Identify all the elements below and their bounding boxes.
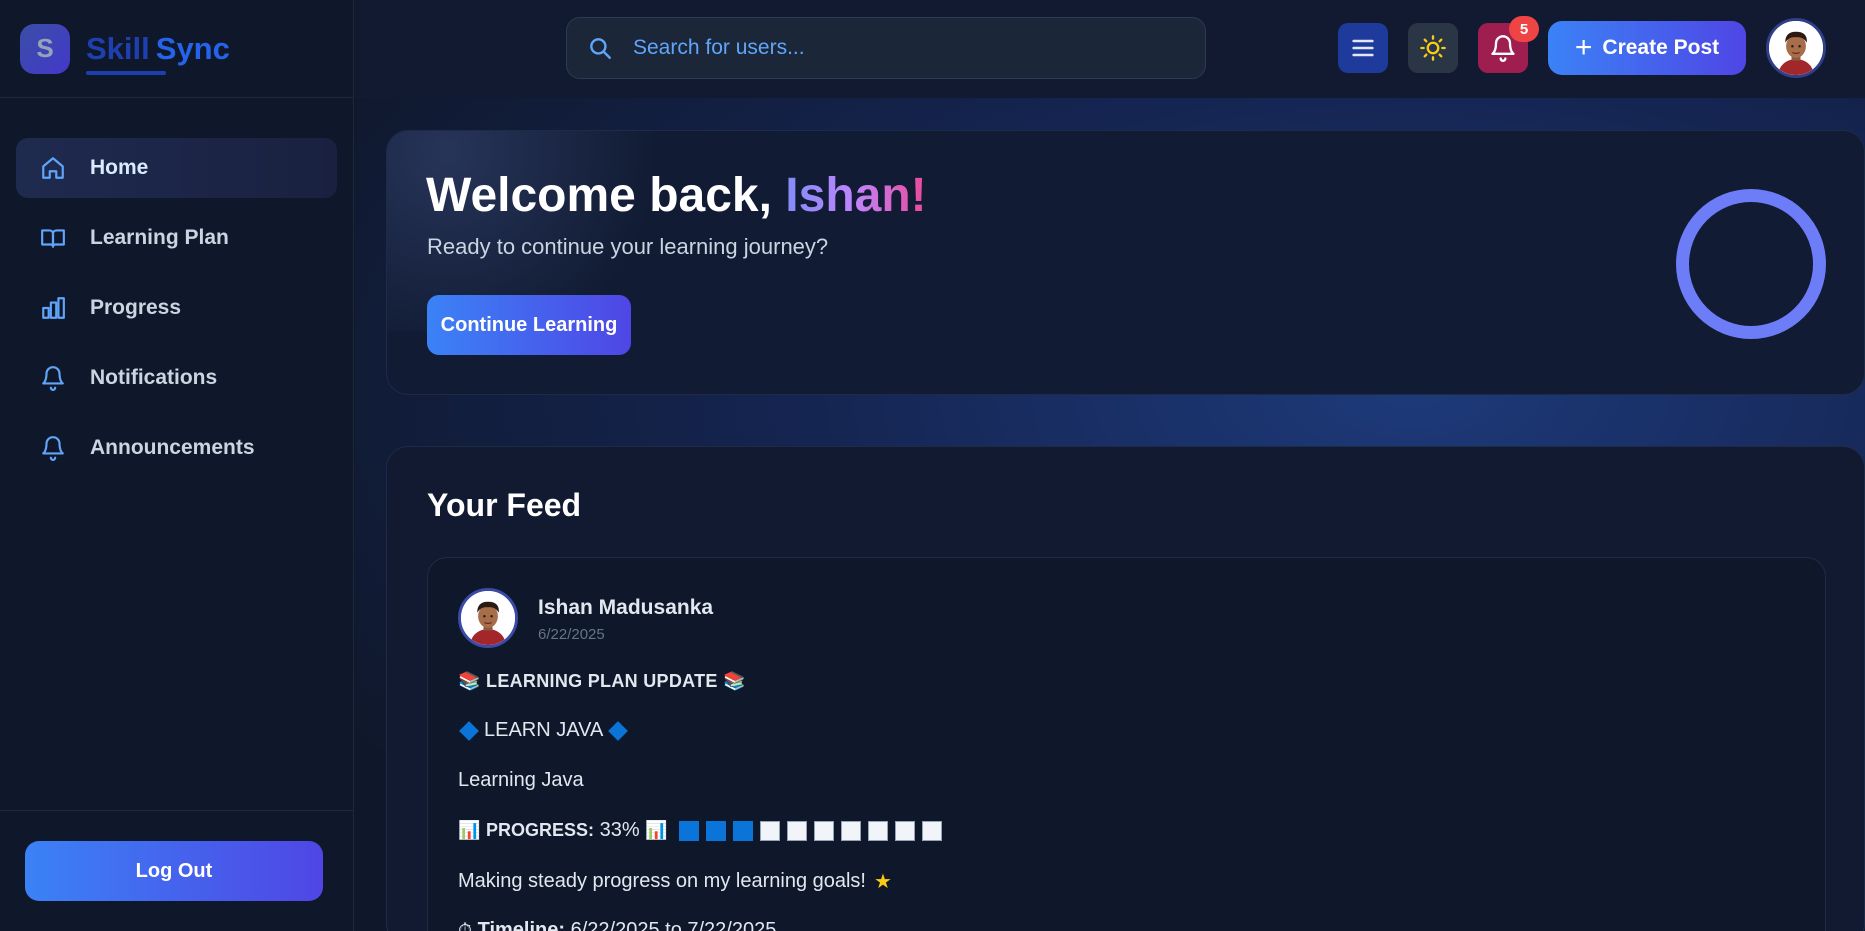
sidebar-item-learning-plan[interactable]: Learning Plan <box>16 208 337 268</box>
sidebar-footer: Log Out <box>0 810 353 931</box>
sidebar: S SkillSync Home Learning Plan Progress <box>0 0 354 931</box>
post-plan-title-line: LEARN JAVA <box>458 719 633 742</box>
post-timeline-line: ⏱ Timeline: 6/22/2025 to 7/22/2025 <box>458 919 776 931</box>
progress-block <box>895 820 916 841</box>
logout-button[interactable]: Log Out <box>25 841 323 901</box>
progress-block <box>868 820 889 841</box>
post-date: 6/22/2025 <box>538 626 605 643</box>
sidebar-item-label: Announcements <box>90 436 255 459</box>
chart-icon: 📊 <box>645 820 668 841</box>
welcome-username: Ishan! <box>785 169 927 222</box>
welcome-subtitle: Ready to continue your learning journey? <box>427 234 829 259</box>
book-open-icon <box>40 225 66 251</box>
post-author-avatar[interactable] <box>458 588 518 648</box>
theme-toggle-button[interactable] <box>1408 23 1458 73</box>
sidebar-item-notifications[interactable]: Notifications <box>16 348 337 408</box>
post-heading: LEARNING PLAN UPDATE <box>486 671 718 691</box>
welcome-card: Welcome back, Ishan! Ready to continue y… <box>386 130 1865 395</box>
feed-title: Your Feed <box>427 487 582 523</box>
stopwatch-icon: ⏱ <box>458 920 473 931</box>
sidebar-item-progress[interactable]: Progress <box>16 278 337 338</box>
progress-block <box>922 820 943 841</box>
brand[interactable]: S Skill Sync <box>0 0 353 98</box>
bell-icon <box>40 435 66 461</box>
menu-icon <box>1349 34 1377 62</box>
avatar-illustration <box>1769 21 1823 75</box>
brand-name-part2: Sync <box>155 30 230 66</box>
create-post-label: Create Post <box>1602 36 1720 59</box>
progress-block <box>787 820 808 841</box>
post-progress-label: PROGRESS: <box>485 820 595 840</box>
sidebar-item-label: Progress <box>90 296 182 319</box>
progress-block <box>760 820 781 841</box>
diamond-icon <box>459 720 479 741</box>
sidebar-item-label: Learning Plan <box>90 226 229 249</box>
progress-block <box>733 820 754 841</box>
post-message: Making steady progress on my learning go… <box>458 870 866 892</box>
search-bar[interactable] <box>566 17 1206 79</box>
bar-chart-icon <box>40 295 66 321</box>
chart-icon: 📊 <box>458 820 481 841</box>
sidebar-item-label: Notifications <box>90 366 218 389</box>
home-icon <box>40 155 66 181</box>
post-message-line: Making steady progress on my learning go… <box>458 869 892 894</box>
post-heading-line: 📚 LEARNING PLAN UPDATE 📚 <box>458 671 746 692</box>
bell-icon <box>40 365 66 391</box>
sidebar-item-home[interactable]: Home <box>16 138 337 198</box>
user-avatar[interactable] <box>1766 18 1826 78</box>
diamond-icon <box>608 720 629 741</box>
progress-blocks <box>679 820 949 841</box>
post-timeline-value: 6/22/2025 to 7/22/2025 <box>570 919 777 931</box>
post-progress-value: 33% <box>599 819 640 841</box>
welcome-greeting: Welcome back, <box>426 169 786 222</box>
search-input[interactable] <box>633 36 1173 60</box>
top-header: 5 + Create Post <box>355 0 1865 98</box>
sun-icon <box>1419 34 1447 62</box>
progress-block <box>841 820 862 841</box>
post-card: Ishan Madusanka 6/22/2025 📚 LEARNING PLA… <box>427 557 1826 931</box>
brand-underline <box>86 70 166 75</box>
search-icon <box>587 35 613 61</box>
welcome-heading: Welcome back, Ishan! <box>426 168 927 223</box>
menu-button[interactable] <box>1338 23 1388 73</box>
brand-name-part1: Skill <box>86 30 150 66</box>
sidebar-nav: Home Learning Plan Progress Notification… <box>0 98 353 478</box>
post-plan-title: LEARN JAVA <box>484 719 604 741</box>
plus-icon: + <box>1574 31 1593 64</box>
brand-logo: S <box>20 23 70 74</box>
feed-section: Your Feed Ishan Madusanka 6/22/2025 📚 LE… <box>386 446 1865 931</box>
progress-block <box>679 820 700 841</box>
notifications-button[interactable]: 5 <box>1478 16 1539 73</box>
books-icon: 📚 <box>723 671 746 692</box>
avatar-illustration <box>461 591 515 645</box>
post-progress-line: 📊 PROGRESS: 33% 📊 <box>458 819 949 842</box>
decorative-ring <box>1676 189 1826 339</box>
post-description: Learning Java <box>458 769 584 791</box>
post-author-name[interactable]: Ishan Madusanka <box>538 596 713 620</box>
sidebar-item-announcements[interactable]: Announcements <box>16 418 337 478</box>
brand-name: Skill Sync <box>86 30 230 75</box>
books-icon: 📚 <box>458 671 481 692</box>
notification-count-badge: 5 <box>1509 16 1539 42</box>
progress-block <box>814 820 835 841</box>
create-post-button[interactable]: + Create Post <box>1548 21 1746 75</box>
continue-learning-button[interactable]: Continue Learning <box>427 295 631 355</box>
star-icon: ★ <box>874 871 892 893</box>
post-timeline-label: Timeline: <box>477 919 566 931</box>
progress-block <box>706 820 727 841</box>
sidebar-item-label: Home <box>90 156 149 179</box>
